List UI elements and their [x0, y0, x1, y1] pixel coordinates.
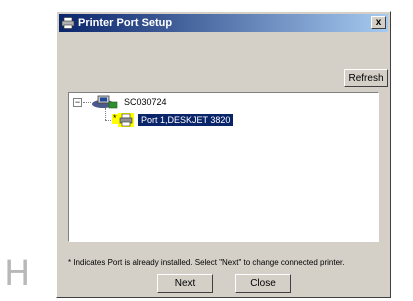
tree-port-item[interactable]: Port 1,DESKJET 3820: [138, 114, 234, 126]
tree-root-label[interactable]: SC030724: [124, 97, 167, 107]
network-computer-icon: [92, 95, 118, 109]
dialog-title: Printer Port Setup: [78, 17, 173, 29]
next-button[interactable]: Next: [157, 274, 213, 293]
refresh-button[interactable]: Refresh: [344, 69, 388, 87]
title-bar[interactable]: Printer Port Setup x: [59, 14, 388, 32]
printer-icon: [61, 17, 75, 29]
printer-port-setup-dialog: Printer Port Setup x Refresh − SC030724 …: [56, 11, 391, 298]
printer-port-tree[interactable]: − SC030724 * Port 1,DESKJET 3820: [68, 92, 379, 242]
tree-connector: [105, 108, 106, 120]
tree-connector: [83, 102, 91, 103]
background-letter: H: [4, 254, 31, 294]
installed-marker: *: [113, 113, 117, 123]
close-icon[interactable]: x: [371, 16, 386, 29]
install-note: * Indicates Port is already installed. S…: [68, 258, 345, 267]
tree-collapse-toggle[interactable]: −: [73, 98, 82, 107]
close-button[interactable]: Close: [235, 274, 291, 293]
printer-icon: [118, 113, 134, 127]
